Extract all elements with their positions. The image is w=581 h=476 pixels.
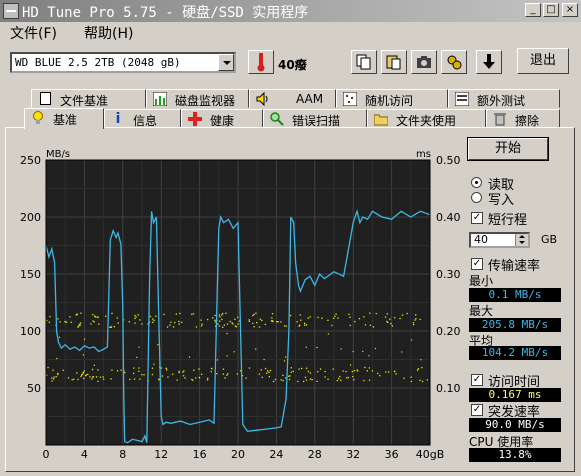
paste-button[interactable]: [381, 50, 407, 74]
tab-health[interactable]: 健康: [181, 109, 263, 128]
clipboard-icon: [386, 55, 401, 70]
transfer-rate-label: 传输速率: [488, 259, 541, 274]
gears-icon: [447, 55, 462, 70]
menu-bar: 文件(F) 帮助(H): [0, 22, 581, 42]
tab-aam[interactable]: AAM: [249, 89, 336, 108]
speaker-icon: [256, 92, 268, 106]
drive-select[interactable]: WD BLUE 2.5 2TB (2048 gB): [10, 52, 236, 73]
chevron-down-icon[interactable]: [218, 54, 234, 71]
toolbar: WD BLUE 2.5 2TB (2048 gB) 40癈 退出: [0, 44, 581, 80]
app-icon: [3, 3, 19, 19]
short-stroke-checkbox[interactable]: ✓: [471, 212, 483, 224]
tab-disk-monitor[interactable]: 磁盘监视器: [146, 89, 249, 108]
options-button[interactable]: [441, 50, 467, 74]
write-radio[interactable]: [471, 192, 482, 203]
min-value: 0.1 MB/s: [469, 288, 561, 302]
exit-button[interactable]: 退出: [517, 48, 569, 74]
document-icon: [40, 92, 51, 105]
read-radio[interactable]: [471, 177, 482, 188]
extra-tests-icon: [455, 92, 469, 106]
trash-icon: [494, 113, 506, 126]
temperature-value: 40癈: [278, 58, 307, 72]
tab-info[interactable]: i 信息: [104, 109, 181, 128]
avg-value: 104.2 MB/s: [469, 346, 561, 360]
info-icon: i: [115, 111, 121, 127]
max-label: 最大: [469, 304, 494, 318]
menu-file[interactable]: 文件(F): [8, 23, 59, 43]
min-label: 最小: [469, 274, 494, 288]
write-label: 写入: [488, 193, 515, 208]
copy-icon: [356, 54, 371, 70]
minimize-button[interactable]: _: [525, 3, 541, 17]
magnifier-icon: [270, 112, 284, 126]
short-stroke-unit: GB: [541, 233, 558, 246]
max-value: 205.8 MB/s: [469, 318, 561, 332]
thermometer-button[interactable]: [248, 50, 274, 74]
folder-icon: [374, 114, 388, 126]
close-button[interactable]: ×: [562, 3, 578, 17]
copy-button[interactable]: [351, 50, 377, 74]
short-stroke-label: 短行程: [488, 213, 528, 228]
lightbulb-icon: [33, 111, 43, 124]
burst-rate-checkbox[interactable]: ✓: [471, 404, 483, 416]
drive-select-value: WD BLUE 2.5 2TB (2048 gB): [15, 56, 181, 69]
transfer-rate-checkbox[interactable]: ✓: [471, 258, 483, 270]
cpu-usage-value: 13.8%: [469, 448, 561, 462]
save-button[interactable]: [476, 50, 502, 74]
screenshot-button[interactable]: [411, 50, 437, 74]
burst-rate-value: 90.0 MB/s: [469, 418, 561, 432]
health-cross-icon: [188, 112, 202, 126]
tab-extra-tests[interactable]: 额外测试: [448, 89, 560, 108]
tab-erase[interactable]: 擦除: [486, 109, 560, 128]
maximize-button[interactable]: □: [543, 3, 559, 17]
random-access-icon: [343, 92, 357, 106]
thermometer-icon: [257, 53, 265, 72]
start-button[interactable]: 开始: [467, 137, 549, 161]
title-bar: HD Tune Pro 5.75 - 硬盘/SSD 实用程序 _ □ ×: [0, 0, 581, 22]
short-stroke-input[interactable]: 40: [469, 232, 530, 248]
monitor-chart-icon: [153, 92, 167, 106]
arrow-down-icon: [483, 54, 495, 69]
window-title: HD Tune Pro 5.75 - 硬盘/SSD 实用程序: [22, 5, 309, 21]
tab-file-benchmark[interactable]: 文件基准: [31, 89, 146, 108]
tab-error-scan[interactable]: 错误扫描: [263, 109, 367, 128]
short-stroke-value: 40: [474, 233, 488, 246]
tab-benchmark[interactable]: 基准: [24, 108, 104, 129]
tab-random-access[interactable]: 随机访问: [336, 89, 448, 108]
tab-folder-usage[interactable]: 文件夹使用: [367, 109, 486, 128]
access-time-checkbox[interactable]: ✓: [471, 374, 483, 386]
access-time-value: 0.167 ms: [469, 388, 561, 402]
spin-arrows-icon[interactable]: [515, 234, 528, 246]
camera-icon: [417, 56, 431, 68]
menu-help[interactable]: 帮助(H): [82, 23, 135, 43]
